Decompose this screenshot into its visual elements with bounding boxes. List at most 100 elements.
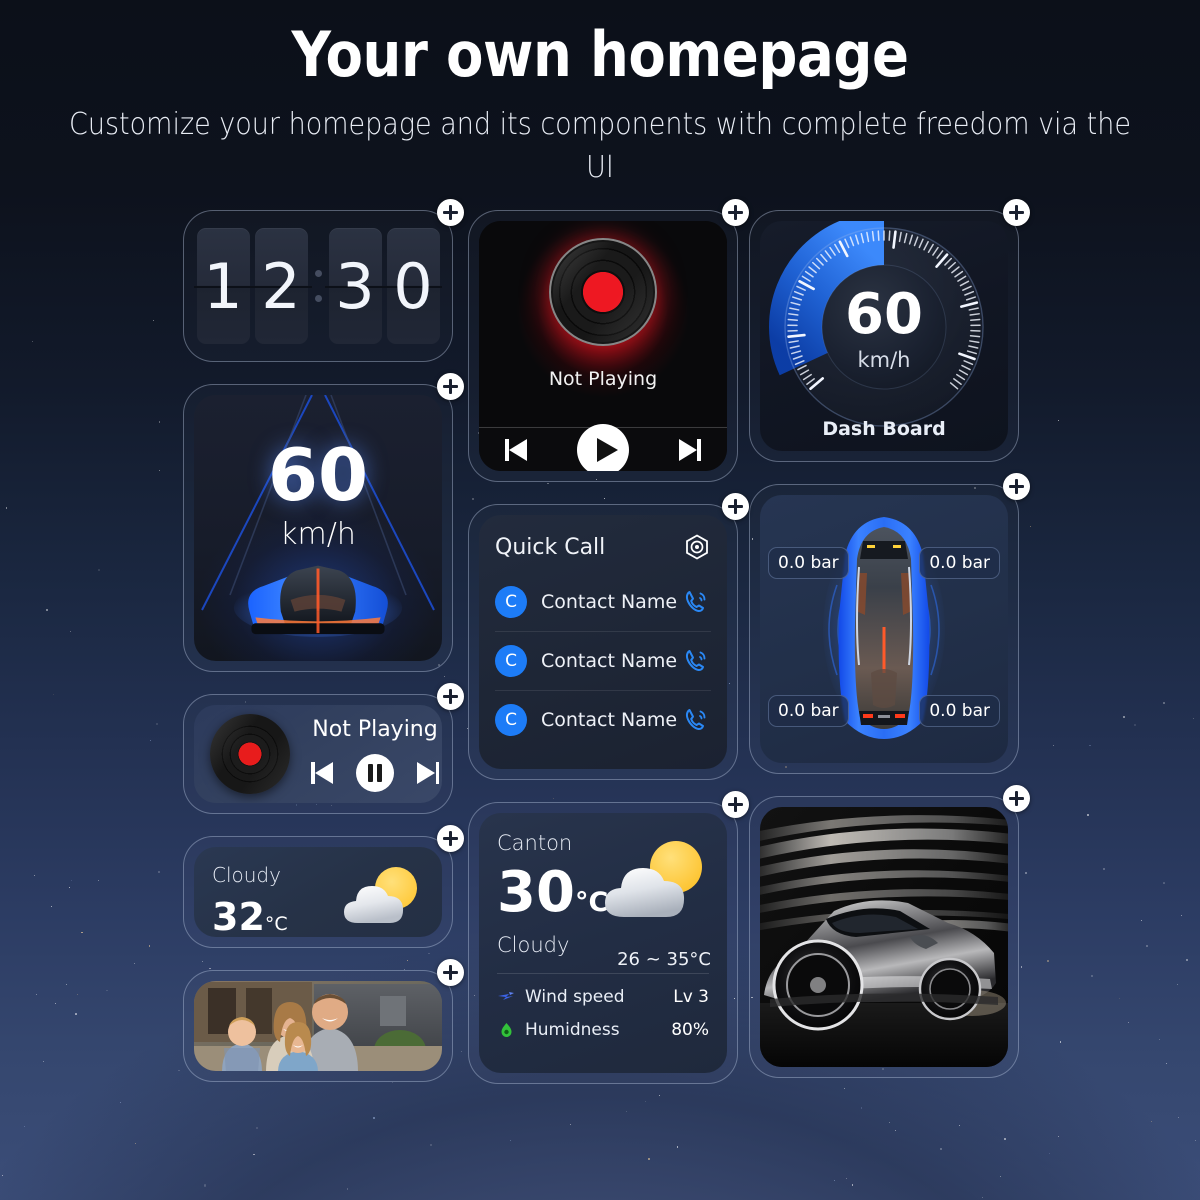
weather-range: 26 ~ 35°C	[617, 949, 711, 970]
tire-value: 0.0	[929, 553, 956, 573]
mini-player-controls	[308, 754, 442, 792]
widget-weather-compact[interactable]: Cloudy 32°C	[183, 836, 453, 948]
sun-behind-cloud-icon	[332, 861, 428, 933]
page-background: Your own homepage Customize your homepag…	[0, 0, 1200, 1200]
widget-car-photo[interactable]	[749, 796, 1019, 1078]
clock-colon	[313, 270, 324, 302]
next-track-icon[interactable]	[676, 436, 704, 464]
widget-speed-hud[interactable]: 60 km/h	[183, 384, 453, 672]
dashboard-speed-value: 60	[845, 282, 923, 347]
clock-digit-minute-tens: 3	[329, 228, 382, 344]
flip-clock-face: 1 2 3 0	[194, 221, 442, 351]
add-widget-button-music-player[interactable]	[722, 199, 749, 226]
clock-digit-hour-ones: 2	[255, 228, 308, 344]
contact-name: Contact Name	[527, 591, 681, 613]
phone-call-icon[interactable]	[681, 587, 711, 617]
add-widget-button-clock[interactable]	[437, 199, 464, 226]
mini-player-body: Not Playing	[290, 717, 442, 792]
weather-metric-wind: Wind speed Lv 3	[497, 987, 709, 1007]
add-widget-button-car-photo[interactable]	[1003, 785, 1030, 812]
add-widget-button-tire-pressure[interactable]	[1003, 473, 1030, 500]
page-header: Your own homepage Customize your homepag…	[0, 24, 1200, 189]
contact-name: Contact Name	[527, 650, 681, 672]
tire-value: 0.0	[778, 701, 805, 721]
widget-clock[interactable]: 1 2 3 0	[183, 210, 453, 362]
widget-tire-pressure[interactable]: 0.0 bar 0.0 bar 0.0 bar 0.0 bar	[749, 484, 1019, 774]
add-widget-button-weather-compact[interactable]	[437, 825, 464, 852]
car-rear-illustration	[232, 547, 404, 637]
tire-unit: bar	[962, 701, 990, 721]
previous-track-icon[interactable]	[502, 436, 530, 464]
widget-column-left: 1 2 3 0 60 km/h Not Playing Cloudy 32°C	[183, 210, 453, 1104]
tire-pressure-rear-left: 0.0 bar	[768, 695, 849, 727]
widget-weather-detailed[interactable]: Canton 30°C 26 ~ 35°C Cloudy Wind speed …	[468, 802, 738, 1084]
add-widget-button-mini-player[interactable]	[437, 683, 464, 710]
widget-music-player[interactable]: Not Playing	[468, 210, 738, 482]
tire-unit: bar	[810, 701, 838, 721]
player-status: Not Playing	[479, 368, 727, 390]
tire-unit: bar	[962, 553, 990, 573]
contact-name: Contact Name	[527, 709, 681, 731]
clock-digit-value: 2	[261, 250, 300, 323]
add-widget-button-family-photo[interactable]	[437, 959, 464, 986]
add-widget-button-weather-detailed[interactable]	[722, 791, 749, 818]
player-controls	[479, 427, 727, 471]
widget-family-photo[interactable]	[183, 970, 453, 1082]
previous-track-icon[interactable]	[308, 759, 336, 787]
avatar: C	[495, 704, 527, 736]
widget-quick-call[interactable]: Quick Call C Contact Name C Contact Name…	[468, 504, 738, 780]
vinyl-record-icon	[549, 238, 657, 346]
phone-call-icon[interactable]	[681, 646, 711, 676]
speed-value: 60	[194, 433, 442, 517]
widget-mini-player[interactable]: Not Playing	[183, 694, 453, 814]
contact-row[interactable]: C Contact Name	[495, 691, 711, 749]
dashboard-speed-unit: km/h	[857, 348, 910, 372]
page-subtitle: Customize your homepage and its componen…	[60, 104, 1140, 189]
wind-icon	[497, 990, 516, 1004]
widget-column-center: Not Playing Quick Call C Contact Name C …	[468, 210, 738, 1106]
phone-call-icon[interactable]	[681, 705, 711, 735]
widget-column-right: 60 km/h Dash Board 0.0 bar 0.0 bar 0.0 b…	[749, 210, 1019, 1100]
tire-value: 0.0	[929, 701, 956, 721]
contact-row[interactable]: C Contact Name	[495, 573, 711, 632]
avatar: C	[495, 645, 527, 677]
metric-label: Humidness	[516, 1020, 671, 1040]
tire-value: 0.0	[778, 553, 805, 573]
add-widget-button-dashboard[interactable]	[1003, 199, 1030, 226]
clock-digit-hour-tens: 1	[197, 228, 250, 344]
tire-pressure-rear-right: 0.0 bar	[919, 695, 1000, 727]
metric-label: Wind speed	[516, 987, 673, 1007]
next-track-icon[interactable]	[414, 759, 442, 787]
speedometer-gauge: 60 km/h Dash Board	[760, 221, 1008, 451]
weather-metric-humidity: Humidness 80%	[497, 1020, 709, 1040]
clock-digit-minute-ones: 0	[387, 228, 440, 344]
tire-unit: bar	[810, 553, 838, 573]
clock-digit-value: 1	[203, 250, 242, 323]
clock-digit-value: 0	[393, 250, 432, 323]
humidity-icon	[497, 1022, 516, 1038]
tire-pressure-front-left: 0.0 bar	[768, 547, 849, 579]
tire-pressure-front-right: 0.0 bar	[919, 547, 1000, 579]
metric-value: Lv 3	[673, 987, 709, 1007]
hexagon-settings-icon[interactable]	[683, 533, 711, 561]
weather-temp-value: 30	[497, 860, 575, 925]
mini-player-status: Not Playing	[308, 717, 442, 742]
metric-value: 80%	[671, 1020, 709, 1040]
quick-call-title: Quick Call	[495, 535, 605, 560]
vinyl-record-icon	[210, 714, 290, 794]
album-art: Not Playing	[479, 221, 727, 426]
weather-compact-temp-unit: °C	[265, 913, 288, 935]
dashboard-label: Dash Board	[822, 418, 945, 440]
add-widget-button-quick-call[interactable]	[722, 493, 749, 520]
car-photo-image	[760, 807, 1008, 1067]
family-photo-image	[194, 981, 442, 1071]
play-icon[interactable]	[577, 424, 629, 472]
contact-row[interactable]: C Contact Name	[495, 632, 711, 691]
widget-dashboard[interactable]: 60 km/h Dash Board	[749, 210, 1019, 462]
weather-compact-temp-value: 32	[212, 895, 265, 937]
divider	[497, 973, 709, 974]
pause-icon[interactable]	[356, 754, 394, 792]
add-widget-button-speed[interactable]	[437, 373, 464, 400]
quick-call-header: Quick Call	[495, 533, 711, 561]
page-title: Your own homepage	[72, 24, 1128, 86]
